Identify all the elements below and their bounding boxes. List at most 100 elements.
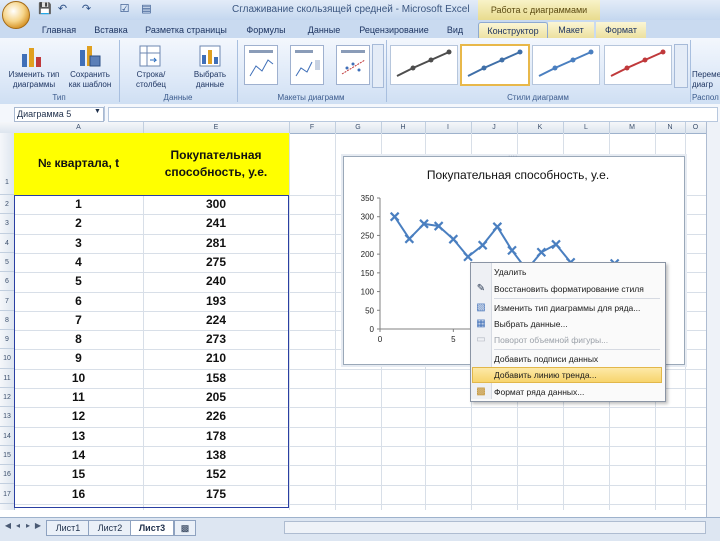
- table-header-value[interactable]: Покупательная способность, у.е.: [143, 133, 289, 195]
- chart-style-1[interactable]: [390, 45, 458, 85]
- chart-layout-3[interactable]: [336, 45, 370, 85]
- row-header[interactable]: 1: [0, 133, 14, 195]
- row-header[interactable]: 13: [0, 407, 14, 427]
- row-header[interactable]: 15: [0, 446, 14, 466]
- tab-data[interactable]: Данные: [300, 22, 348, 38]
- print-preview-icon[interactable]: ▤: [140, 3, 153, 16]
- context-tab-group-title: Работа с диаграммами: [478, 0, 600, 20]
- row-header[interactable]: 10: [0, 349, 14, 369]
- grid-line: [685, 133, 686, 510]
- column-header[interactable]: A: [14, 122, 144, 133]
- column-header[interactable]: H: [381, 122, 426, 133]
- tab-format[interactable]: Формат: [596, 22, 646, 38]
- chevron-down-icon[interactable]: ▼: [94, 108, 101, 115]
- row-header[interactable]: 11: [0, 369, 14, 388]
- insert-sheet-icon[interactable]: ▩: [174, 520, 196, 536]
- table-header-quarter[interactable]: № квартала, t: [14, 133, 143, 195]
- change-chart-type-label-2: диаграммы: [12, 80, 56, 89]
- menu-item-delete[interactable]: Удалить: [494, 264, 660, 280]
- column-header[interactable]: L: [563, 122, 610, 133]
- name-box[interactable]: Диаграмма 5: [14, 107, 104, 122]
- row-header[interactable]: 5: [0, 253, 14, 273]
- menu-item-add-trendline[interactable]: Добавить линию тренда...: [494, 367, 660, 383]
- tab-view[interactable]: Вид: [440, 22, 470, 38]
- menu-item-add-data-labels[interactable]: Добавить подписи данных: [494, 351, 660, 367]
- prev-sheet-icon[interactable]: ◂: [14, 521, 22, 531]
- vertical-scrollbar[interactable]: [706, 122, 720, 517]
- tab-layout[interactable]: Макет: [548, 22, 594, 38]
- y-tick-label: 100: [361, 288, 375, 297]
- layouts-scroll[interactable]: [372, 44, 384, 88]
- chart-style-line-icon: [538, 49, 594, 77]
- column-header[interactable]: J: [471, 122, 518, 133]
- chart-style-4[interactable]: [604, 45, 672, 85]
- horizontal-scrollbar[interactable]: [284, 521, 706, 534]
- column-header[interactable]: G: [335, 122, 382, 133]
- save-icon[interactable]: 💾: [38, 3, 52, 16]
- grid-line: [289, 133, 290, 510]
- save-as-template-label-1: Сохранить: [70, 70, 110, 79]
- divider: [104, 106, 105, 121]
- column-header[interactable]: O: [685, 122, 707, 133]
- tab-insert[interactable]: Вставка: [88, 22, 134, 38]
- redo-icon[interactable]: ↷: [80, 3, 93, 16]
- switch-row-column-icon: [139, 45, 161, 67]
- first-sheet-icon[interactable]: ◀: [4, 521, 12, 531]
- y-tick-label: 50: [365, 306, 374, 315]
- tab-design[interactable]: Конструктор: [478, 22, 548, 39]
- row-header[interactable]: 16: [0, 465, 14, 485]
- row-header[interactable]: 12: [0, 388, 14, 408]
- tab-home[interactable]: Главная: [36, 22, 82, 38]
- column-header[interactable]: F: [289, 122, 336, 133]
- move-chart-label-1[interactable]: Переме: [692, 70, 720, 80]
- sheet-tab-1[interactable]: Лист1: [46, 520, 90, 536]
- row-header[interactable]: 3: [0, 214, 14, 234]
- group-label-type: Тип: [52, 93, 66, 102]
- office-button[interactable]: [2, 1, 30, 29]
- change-chart-type-button[interactable]: [20, 44, 46, 68]
- row-header[interactable]: 17: [0, 485, 14, 504]
- chart-title[interactable]: Покупательная способность, у.е.: [388, 168, 648, 182]
- column-header[interactable]: E: [143, 122, 290, 133]
- row-header[interactable]: 8: [0, 311, 14, 331]
- table-header-value-line1: Покупательная: [170, 148, 262, 162]
- last-sheet-icon[interactable]: ▶: [34, 521, 42, 531]
- tab-formulas[interactable]: Формулы: [238, 22, 294, 38]
- chart-layout-1[interactable]: [244, 45, 278, 85]
- move-chart-label-2[interactable]: диагр: [692, 80, 720, 90]
- tab-review[interactable]: Рецензирование: [352, 22, 436, 38]
- chart-style-3[interactable]: [532, 45, 600, 85]
- column-header[interactable]: K: [517, 122, 564, 133]
- switch-row-column-button[interactable]: [138, 44, 162, 68]
- spellcheck-icon[interactable]: ☑: [118, 3, 131, 16]
- 3d-rotation-icon: ▭: [476, 334, 486, 345]
- row-header[interactable]: 7: [0, 292, 14, 311]
- switch-row-column-label: Строка/столбец: [135, 70, 167, 89]
- save-as-template-button[interactable]: [76, 44, 102, 68]
- menu-item-change-series-chart-type[interactable]: Изменить тип диаграммы для ряда...: [494, 300, 660, 316]
- styles-scroll[interactable]: [674, 44, 688, 88]
- sheet-tab-2[interactable]: Лист2: [88, 520, 132, 536]
- menu-item-reset-style[interactable]: Восстановить форматирование стиля: [494, 281, 660, 297]
- next-sheet-icon[interactable]: ▸: [24, 521, 32, 531]
- column-header[interactable]: I: [425, 122, 472, 133]
- row-header[interactable]: 9: [0, 330, 14, 350]
- row-header[interactable]: 4: [0, 234, 14, 253]
- row-header[interactable]: 14: [0, 427, 14, 446]
- select-data-button[interactable]: [198, 44, 222, 68]
- chart-layout-2[interactable]: [290, 45, 324, 85]
- formula-input[interactable]: [108, 107, 718, 122]
- column-header[interactable]: M: [609, 122, 656, 133]
- sheet-tab-3[interactable]: Лист3: [130, 520, 174, 536]
- chart-style-2-selected[interactable]: [460, 44, 530, 86]
- row-header[interactable]: 2: [0, 195, 14, 215]
- column-header[interactable]: N: [655, 122, 686, 133]
- menu-item-format-data-series[interactable]: Формат ряда данных...: [494, 384, 660, 400]
- menu-item-select-data[interactable]: Выбрать данные...: [494, 316, 660, 332]
- chart-resize-handle[interactable]: ····: [508, 153, 517, 160]
- tab-page-layout[interactable]: Разметка страницы: [140, 22, 232, 38]
- table-range-border: [14, 195, 289, 508]
- row-header[interactable]: 6: [0, 272, 14, 292]
- y-tick-label: 250: [361, 231, 375, 240]
- undo-icon[interactable]: ↶: [56, 3, 69, 16]
